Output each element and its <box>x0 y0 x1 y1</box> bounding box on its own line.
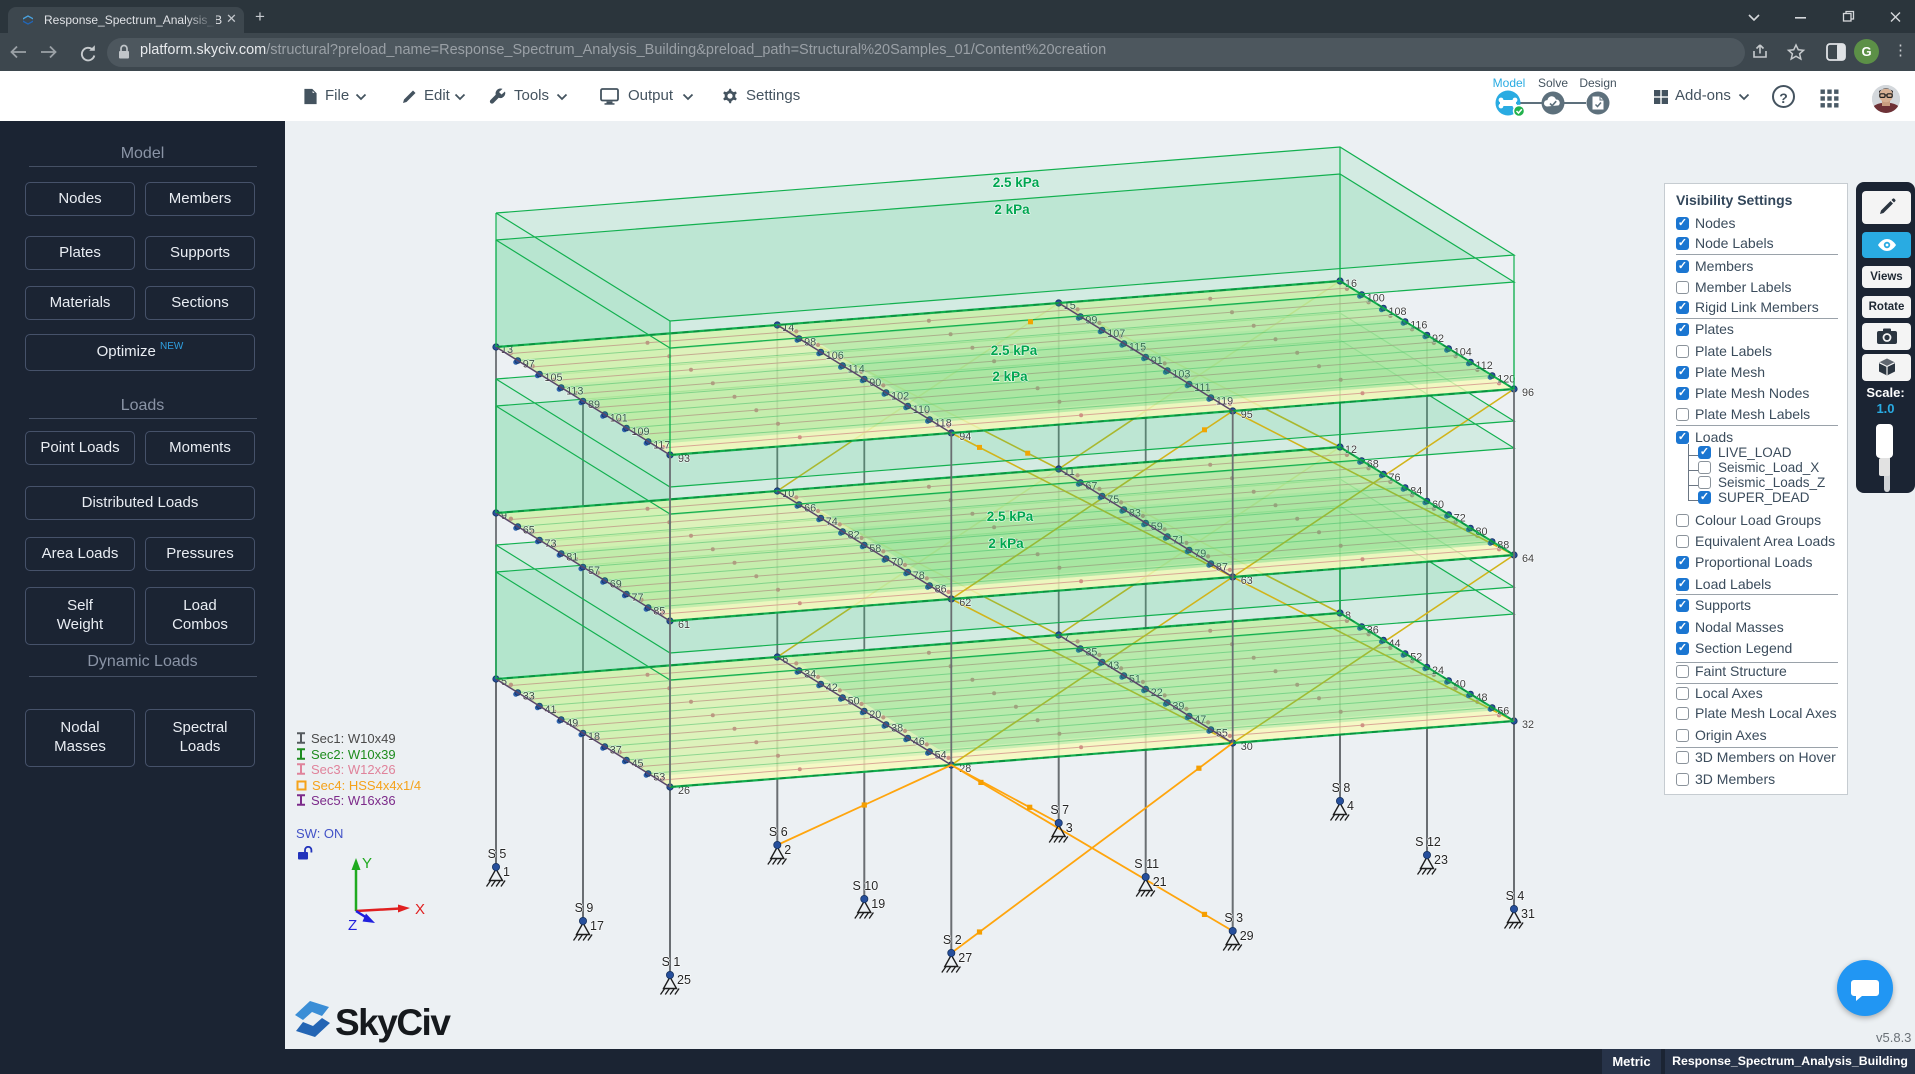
svg-text:31: 31 <box>1521 907 1535 921</box>
svg-text:2.5 kPa: 2.5 kPa <box>987 509 1034 524</box>
svg-text:1: 1 <box>503 865 510 879</box>
svg-text:64: 64 <box>1522 553 1534 565</box>
svg-text:Z: Z <box>348 917 357 934</box>
svg-text:S 8: S 8 <box>1332 781 1351 795</box>
svg-text:27: 27 <box>958 951 972 965</box>
svg-text:S 1: S 1 <box>662 955 681 969</box>
svg-text:23: 23 <box>1434 853 1448 867</box>
svg-text:S 5: S 5 <box>488 847 507 861</box>
svg-text:4: 4 <box>1347 799 1354 813</box>
svg-text:29: 29 <box>1240 929 1254 943</box>
svg-text:S 2: S 2 <box>943 933 962 947</box>
svg-text:2 kPa: 2 kPa <box>988 536 1024 551</box>
svg-text:2 kPa: 2 kPa <box>994 202 1030 217</box>
svg-text:S 4: S 4 <box>1506 889 1525 903</box>
svg-text:S 6: S 6 <box>769 825 788 839</box>
svg-text:S 12: S 12 <box>1415 835 1441 849</box>
svg-text:2.5 kPa: 2.5 kPa <box>991 343 1038 358</box>
svg-text:S 7: S 7 <box>1050 803 1069 817</box>
svg-text:32: 32 <box>1522 719 1534 731</box>
svg-text:X: X <box>415 901 425 918</box>
svg-text:S 11: S 11 <box>1134 857 1159 871</box>
svg-text:SkyCiv: SkyCiv <box>335 1002 451 1043</box>
svg-text:19: 19 <box>871 897 885 911</box>
svg-text:25: 25 <box>677 973 691 987</box>
svg-text:2: 2 <box>784 843 791 857</box>
svg-text:3: 3 <box>1066 821 1073 835</box>
svg-text:17: 17 <box>590 919 604 933</box>
svg-text:2.5 kPa: 2.5 kPa <box>993 175 1040 190</box>
svg-text:S 10: S 10 <box>852 879 878 893</box>
svg-text:21: 21 <box>1153 875 1167 889</box>
svg-text:2 kPa: 2 kPa <box>992 369 1028 384</box>
svg-text:96: 96 <box>1522 387 1534 399</box>
svg-text:S 3: S 3 <box>1224 911 1243 925</box>
svg-text:S 9: S 9 <box>575 901 594 915</box>
svg-text:Y: Y <box>362 855 372 872</box>
